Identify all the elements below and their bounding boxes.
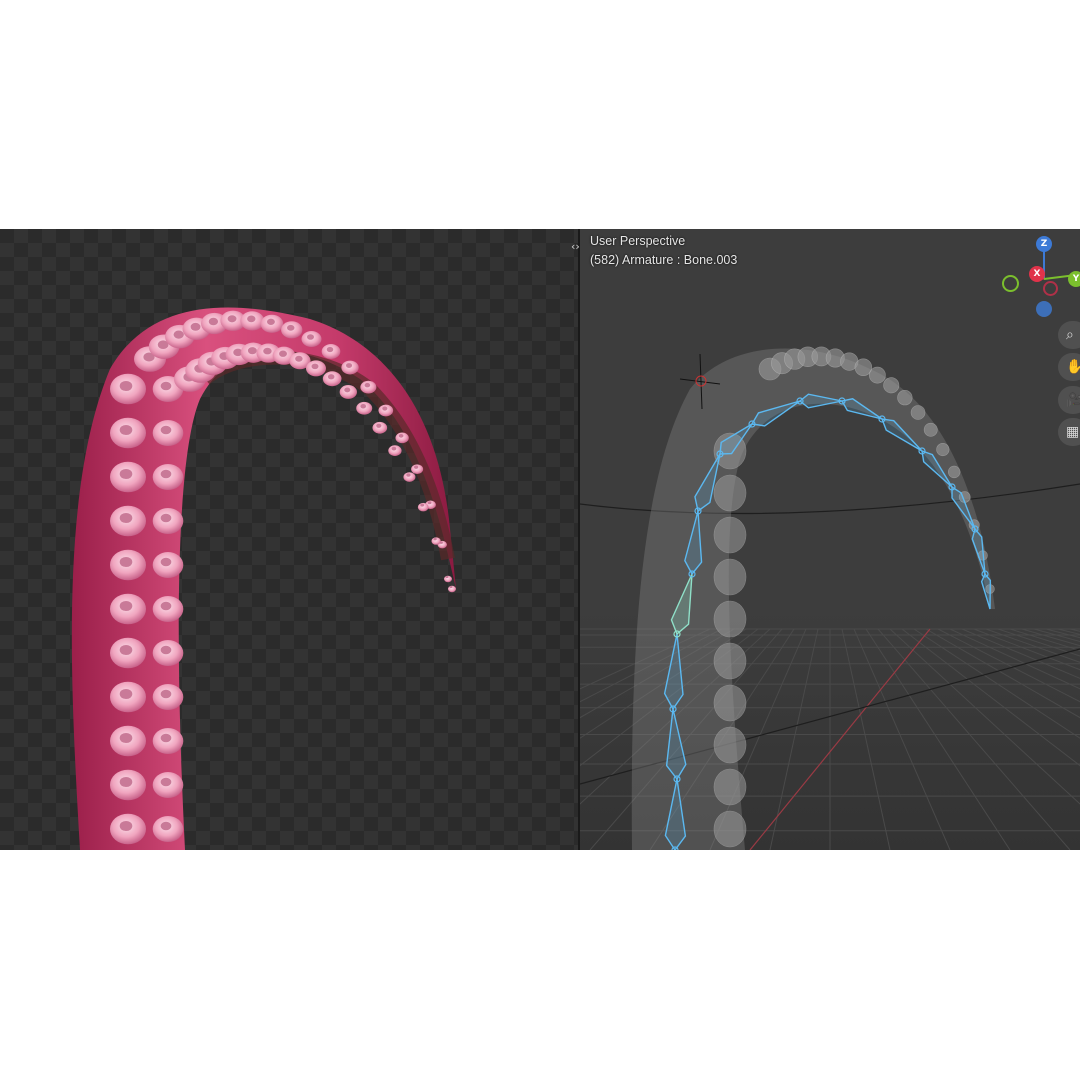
sucker-hole (263, 347, 272, 355)
sucker-hole (208, 317, 219, 326)
sucker-hole (160, 557, 172, 567)
gizmo-neg-y-axis[interactable] (1002, 275, 1019, 292)
sucker (388, 445, 402, 456)
mesh-sucker (869, 366, 886, 384)
sucker-hole (227, 315, 237, 323)
sucker-hole (311, 363, 319, 370)
sucker-hole (279, 350, 287, 357)
sucker-hole (382, 406, 388, 411)
sucker-hole (376, 423, 382, 428)
bone (971, 527, 986, 575)
sucker-hole (414, 465, 419, 469)
sucker-hole (307, 334, 314, 340)
mesh-sucker (910, 405, 926, 420)
mesh-sucker (713, 600, 747, 638)
gizmo-z-axis[interactable]: Z (1036, 236, 1052, 252)
sucker-hole (160, 469, 172, 479)
sucker-hole (119, 468, 133, 480)
sucker-hole (160, 381, 172, 391)
sucker-hole (327, 374, 335, 380)
sucker-hole (160, 601, 172, 611)
sucker-hole (119, 600, 133, 612)
rendered-tentacle (71, 307, 456, 850)
mesh-sucker (713, 516, 747, 554)
mesh-sucker (713, 642, 747, 680)
grid-icon[interactable]: ▦ (1058, 418, 1080, 446)
sucker-hole (345, 363, 353, 368)
active-object-label: (582) Armature : Bone.003 (590, 253, 738, 267)
sucker-hole (326, 346, 334, 353)
sucker-hole (160, 733, 172, 743)
sucker-hole (427, 501, 432, 505)
gizmo-neg-z-axis[interactable] (1036, 301, 1052, 317)
gizmo-neg-x-axis[interactable] (1043, 281, 1058, 296)
sucker-hole (119, 776, 133, 788)
sucker (395, 432, 409, 444)
mesh-sucker (713, 810, 747, 848)
sucker-hole (360, 404, 367, 409)
sucker-hole (160, 689, 172, 699)
gizmo-x-axis[interactable]: X (1029, 266, 1045, 282)
mesh-sucker (923, 422, 938, 437)
sucker-hole (173, 330, 184, 339)
navigation-gizmo[interactable]: Z X Y (998, 234, 1080, 324)
sucker-hole (119, 556, 133, 568)
header-toggle-icon[interactable]: ‹› (571, 240, 580, 253)
mesh-sucker (713, 684, 747, 722)
sucker (372, 421, 388, 434)
sucker-hole (119, 512, 133, 524)
sucker-hole (391, 446, 397, 451)
sucker-hole (364, 382, 371, 388)
sucker-hole (119, 732, 133, 744)
sucker-hole (406, 473, 411, 477)
bone (980, 572, 992, 610)
sucker-hole (445, 575, 449, 579)
sucker-hole (398, 433, 404, 438)
sucker-hole (119, 644, 133, 656)
sucker-hole (119, 424, 133, 436)
sucker-hole (420, 503, 425, 507)
sucker-hole (287, 324, 295, 331)
mesh-sucker (897, 390, 913, 406)
mesh-sucker (936, 443, 950, 457)
view-name-label: User Perspective (590, 234, 686, 248)
sucker-hole (449, 585, 453, 589)
sucker-hole (344, 387, 351, 393)
mesh-sucker (713, 726, 747, 764)
zoom-icon[interactable]: ⌕ (1058, 321, 1080, 349)
sucker-hole (266, 318, 275, 325)
mesh-sucker (883, 377, 900, 394)
sucker-hole (160, 645, 172, 655)
sucker-hole (119, 380, 133, 392)
mesh-sucker (713, 768, 747, 806)
sucker-hole (247, 315, 256, 323)
split-view-frame: User Perspective (582) Armature : Bone.0… (0, 229, 1080, 850)
sucker-hole (160, 425, 172, 435)
sucker-hole (247, 347, 257, 355)
hand-pan-icon[interactable]: ✋ (1058, 353, 1080, 381)
camera-icon[interactable]: 🎥 (1058, 386, 1080, 414)
mesh-sucker (713, 474, 747, 512)
sucker-hole (433, 537, 437, 541)
sucker-hole (160, 821, 172, 831)
mesh-sucker (713, 558, 747, 596)
render-preview-panel (0, 229, 578, 850)
sucker-hole (160, 513, 172, 523)
sucker (378, 404, 394, 417)
sucker-hole (190, 322, 201, 331)
sucker-hole (119, 688, 133, 700)
mesh-sucker (948, 465, 961, 479)
sucker-hole (119, 820, 133, 832)
sucker-hole (160, 777, 172, 787)
gizmo-y-axis[interactable]: Y (1068, 271, 1080, 287)
sucker-hole (295, 355, 303, 362)
